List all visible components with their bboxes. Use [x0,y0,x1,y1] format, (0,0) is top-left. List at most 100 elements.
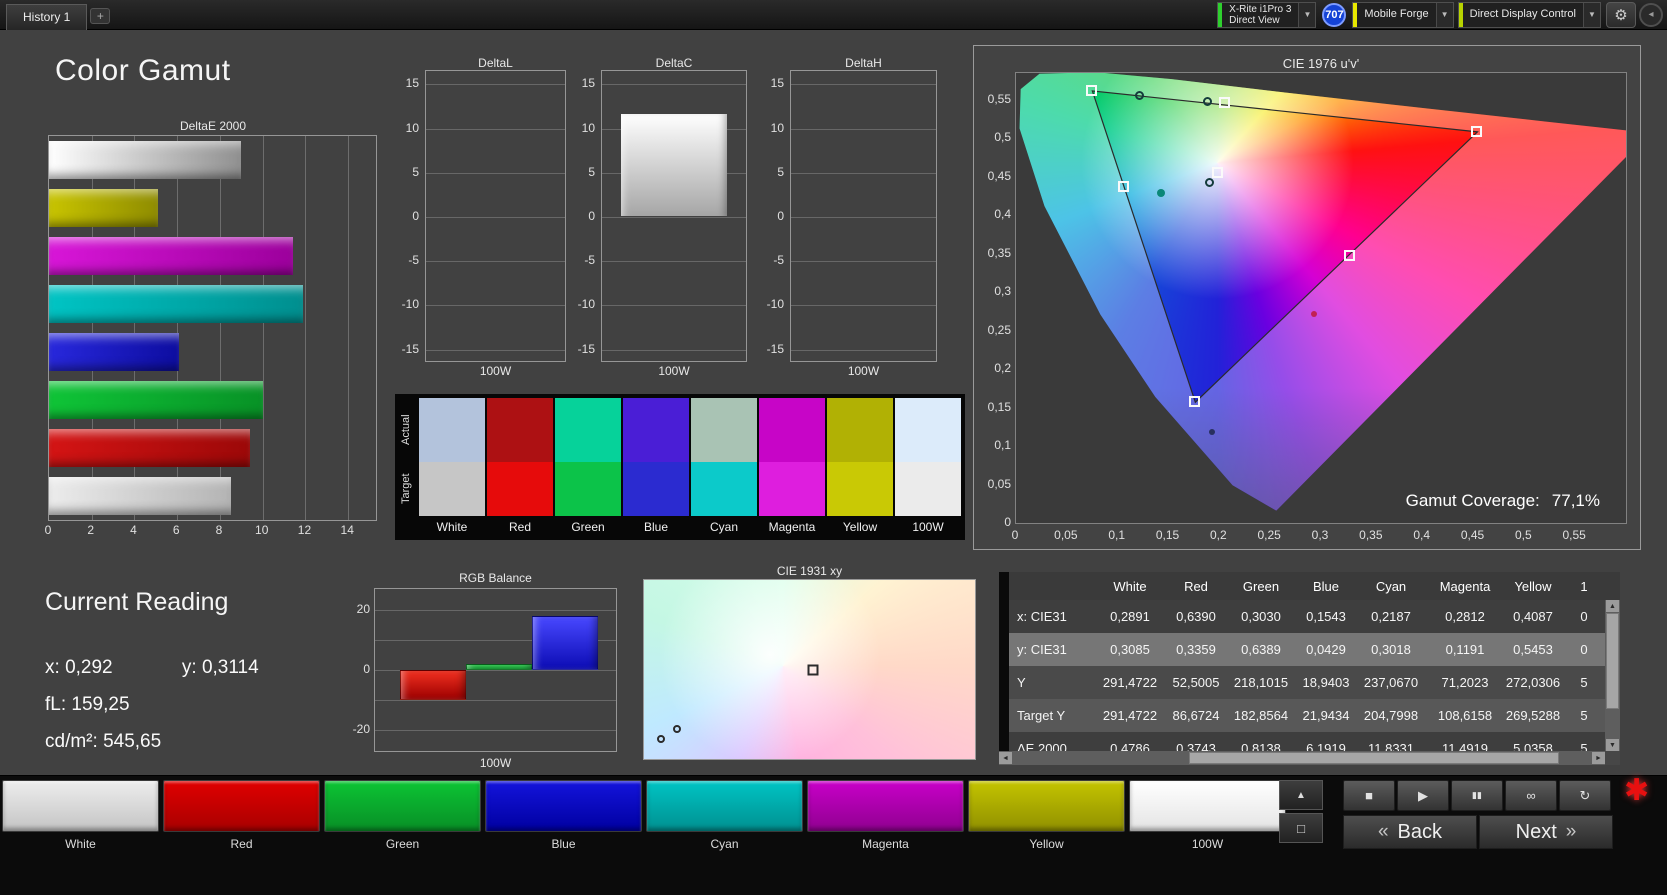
swatch-column-label: Yellow [842,520,878,534]
meter-count-badge[interactable]: 707 [1322,2,1347,27]
back-button[interactable]: « Back [1343,815,1477,849]
pattern-button-white[interactable]: White [2,780,159,851]
gridline [602,349,746,351]
play-button[interactable]: ▶ [1397,780,1449,811]
table-row-0[interactable]: x: CIE31 0,2891 0,6390 0,3030 0,1543 0,2187 0,… [1009,600,1605,633]
scroll-left-icon[interactable]: ◄ [999,752,1012,764]
settings-button[interactable]: ⚙ [1606,1,1636,28]
meter-selector[interactable]: X-Rite i1Pro 3 Direct View ▼ [1217,1,1317,28]
deltal-ytick-label: 15 [405,76,419,91]
row-label: ΔE 2000 [1017,741,1067,751]
actual-swatch-cyan [691,398,757,462]
pattern-window-controls: ▲ □ [1279,780,1323,843]
target-gamut-outline [1091,90,1479,404]
measurement-dot [673,724,682,733]
actual-swatch-blue [623,398,689,462]
pattern-label: Magenta [862,837,909,851]
cell: 204,7998 [1363,708,1419,723]
row-label: y: CIE31 [1017,642,1067,657]
deltac-ytick-label: 10 [581,120,595,135]
deltae-gridline [262,136,264,520]
gridline [791,172,936,174]
deltae-xtick-label: 0 [44,523,52,537]
chevron-double-left-icon: « [1377,821,1389,842]
next-button[interactable]: Next » [1479,815,1613,849]
cie-xtick-label: 0,1 [1108,528,1125,542]
rgb-bar-green [466,664,532,670]
deltah-ytick-label: 15 [770,76,784,91]
play-icon: ▶ [1418,787,1428,803]
cie-ytick-label: 0,45 [987,168,1011,183]
deltal-chart-title: DeltaL [478,56,513,70]
pattern-button-red[interactable]: Red [163,780,320,851]
cell: 237,0670 [1363,675,1419,690]
cell: 108,6158 [1437,708,1493,723]
add-tab-button[interactable]: + [90,7,111,24]
loop-icon: ↻ [1579,787,1591,803]
history-tab[interactable]: History 1 [6,3,88,30]
gridline [426,128,565,130]
pattern-button-green[interactable]: Green [324,780,481,851]
pause-button[interactable]: ▮▮ [1451,780,1503,811]
notification-asterisk-icon[interactable]: ✱ [1624,773,1649,808]
cell: 5 [1580,741,1588,751]
row-label: Y [1017,675,1026,690]
current-reading-xy: x: 0,292 y: 0,3114 [45,657,259,679]
pattern-button-yellow[interactable]: Yellow [968,780,1125,851]
scroll-right-icon[interactable]: ► [1592,752,1605,764]
current-reading-fl: fL: 159,25 [45,694,130,716]
cell: 0,3018 [1371,642,1411,657]
swatch-column-label: Cyan [709,520,738,534]
source-dropdown-icon[interactable]: ▼ [1435,2,1453,27]
vertical-scroll-thumb[interactable] [1606,613,1619,709]
display-control-name: Direct Display Control [1463,3,1583,27]
display-dropdown-icon[interactable]: ▼ [1583,2,1600,27]
pattern-button-cyan[interactable]: Cyan [646,780,803,851]
deltal-ytick-label: 0 [412,209,419,223]
pattern-label: Red [230,837,253,851]
meter-dropdown-icon[interactable]: ▼ [1298,2,1316,27]
source-name-label: Mobile Forge [1364,8,1429,20]
loop-button[interactable]: ↻ [1559,780,1611,811]
table-header-1: 1 [1580,578,1588,594]
cell: 21,9434 [1302,708,1350,723]
deltal-ytick-label: 5 [412,164,419,179]
gridline [602,305,746,307]
gridline [791,217,936,218]
gamut-coverage: Gamut Coverage: 77,1% [1406,491,1600,511]
table-row-2[interactable]: Y 291,4722 52,5005 218,1015 18,9403 237,0670 7… [1009,666,1605,699]
pattern-button-magenta[interactable]: Magenta [807,780,964,851]
target-swatch-cyan [691,462,757,516]
display-control-selector[interactable]: Direct Display Control ▼ [1457,1,1601,28]
horizontal-scroll-thumb[interactable] [1189,752,1559,764]
source-selector[interactable]: Mobile Forge ▼ [1352,1,1454,28]
pattern-label: Green [385,837,420,851]
window-collapse-button[interactable]: ◂ [1639,2,1663,27]
deltah-ytick-label: -15 [766,341,784,356]
deltae-bar-red [49,429,250,467]
table-row-4[interactable]: ΔE 2000 0,4786 0,3743 0,8138 6,1919 11,8331 11… [1009,732,1605,751]
pattern-button-100w[interactable]: 100W [1129,780,1286,851]
table-horizontal-scrollbar[interactable]: ◄ ► [999,751,1605,765]
pattern-button-blue[interactable]: Blue [485,780,642,851]
cie-xtick-label: 0,55 [1562,528,1586,542]
gridline [426,217,565,218]
measurement-table-grid: White Red Green Blue Cyan Magenta Yellow 1 x: CI… [1009,572,1605,751]
y-value: 0,3114 [201,657,259,678]
table-row-1[interactable]: y: CIE31 0,3085 0,3359 0,6389 0,0429 0,3018 0,… [1009,633,1605,666]
cie-ytick-label: 0,4 [994,207,1011,222]
table-vertical-scrollbar[interactable]: ▲ ▼ [1605,600,1620,751]
deltah-ytick-label: 5 [777,164,784,179]
pattern-swatch [163,780,320,832]
swatch-column-label: Blue [643,520,669,534]
expand-button[interactable]: ▲ [1279,780,1323,810]
cie-xtick-label: 0,25 [1257,528,1281,542]
pattern-window-button[interactable]: □ [1279,813,1323,843]
scroll-down-icon[interactable]: ▼ [1606,739,1619,751]
stop-button[interactable]: ■ [1343,780,1395,811]
continuous-read-button[interactable]: ∞ [1505,780,1557,811]
deltah-ytick-label: -5 [773,253,784,268]
table-row-3[interactable]: Target Y 291,4722 86,6724 182,8564 21,9434 20… [1009,699,1605,732]
measurement-table: White Red Green Blue Cyan Magenta Yellow 1 x: CI… [999,572,1620,765]
scroll-up-icon[interactable]: ▲ [1606,600,1619,612]
